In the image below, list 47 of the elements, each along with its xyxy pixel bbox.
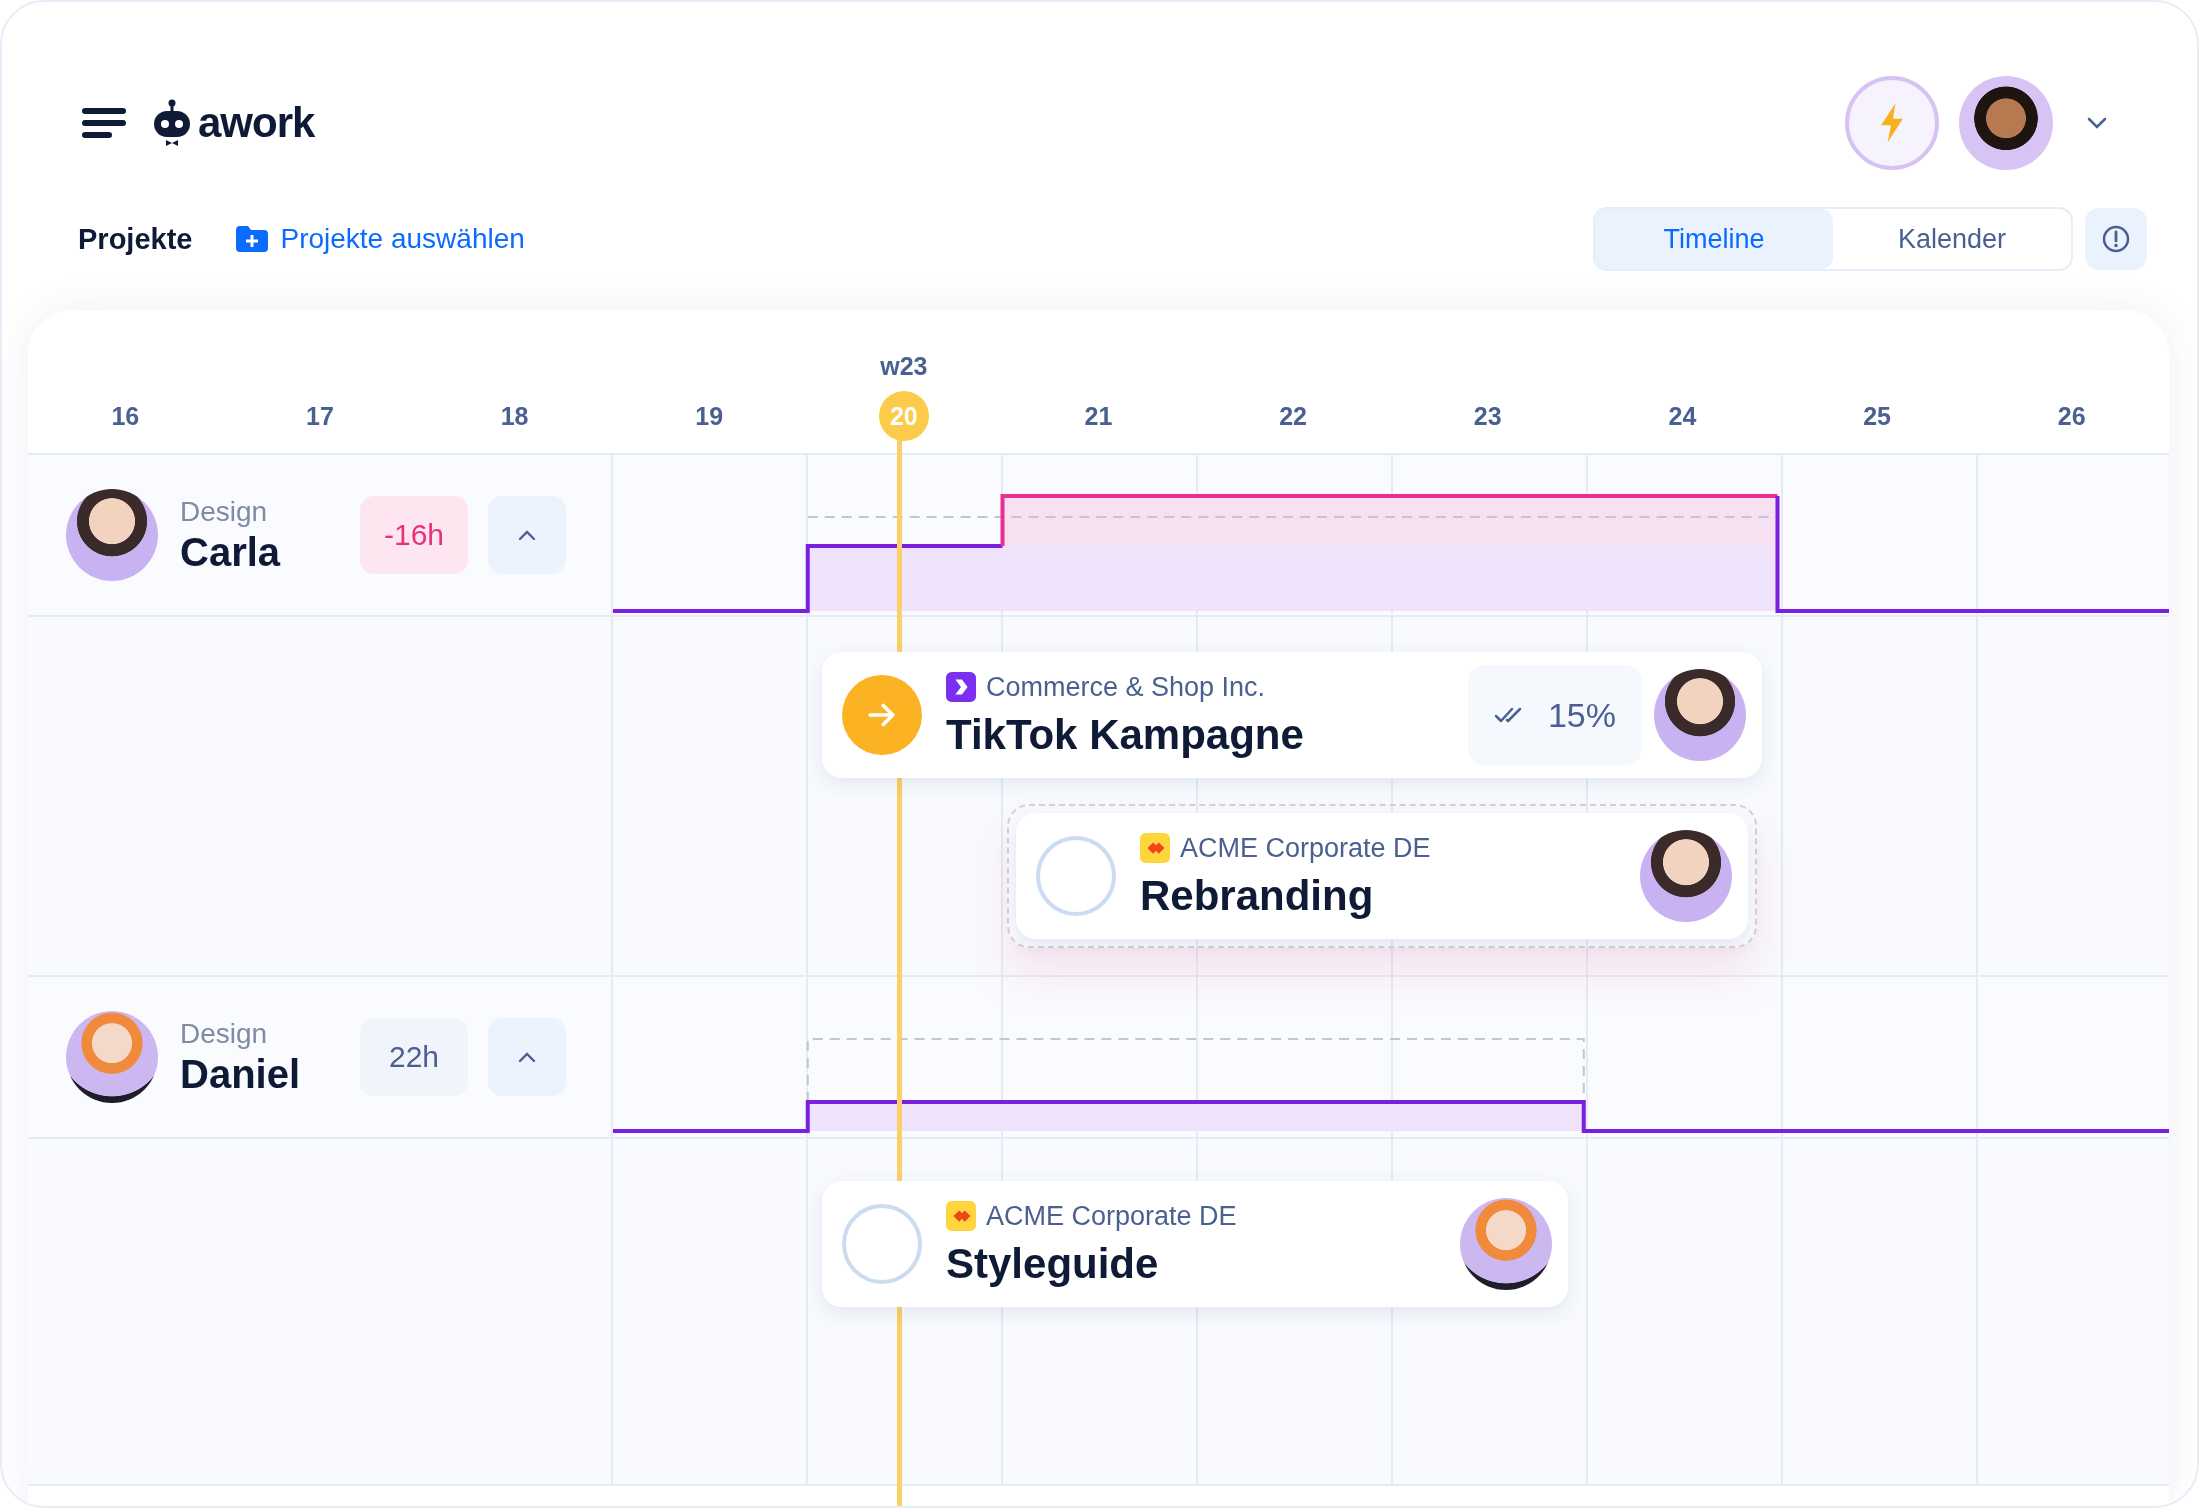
day-label: 16 — [110, 401, 141, 432]
task-title: Rebranding — [1140, 871, 1375, 920]
client-logo-icon — [946, 672, 976, 702]
open-status-circle[interactable] — [842, 1204, 922, 1284]
task-card[interactable]: ACME Corporate DE Styleguide — [822, 1181, 1568, 1307]
person-name: Carla — [180, 529, 282, 575]
lightning-icon — [1879, 102, 1905, 143]
day-label: 26 — [2056, 401, 2087, 432]
team-label: Design — [180, 1017, 269, 1050]
task-title: TikTok Kampagne — [946, 710, 1304, 759]
projects-label: Projekte — [78, 222, 193, 256]
day-label: 23 — [1472, 401, 1503, 432]
task-title: Styleguide — [946, 1239, 1160, 1288]
view-tab[interactable]: Kalender — [1833, 209, 2071, 269]
logo-text: awork — [198, 98, 315, 147]
person-name: Daniel — [180, 1051, 302, 1097]
client-name: ACME Corporate DE — [1180, 832, 1431, 864]
day-label: 17 — [305, 401, 335, 432]
open-status-circle[interactable] — [1036, 836, 1116, 916]
week-label: w23 — [880, 352, 928, 381]
info-icon — [2101, 224, 2131, 254]
day-label: 22 — [1278, 401, 1309, 432]
day-label: 20 — [878, 391, 929, 441]
hours-badge: -16h — [360, 496, 468, 574]
client-name: ACME Corporate DE — [986, 1200, 1237, 1232]
task-card[interactable]: ACME Corporate DE Rebranding — [1016, 813, 1748, 939]
day-label: 19 — [694, 401, 725, 432]
day-label: 21 — [1083, 401, 1114, 432]
chevron-down-icon[interactable] — [2087, 116, 2107, 129]
day-label: 25 — [1862, 401, 1892, 432]
collapse-button[interactable] — [488, 496, 566, 574]
client-logo-icon — [1140, 833, 1170, 863]
task-card[interactable]: Commerce & Shop Inc. TikTok Kampagne 15% — [822, 652, 1762, 778]
hours-badge: 22h — [360, 1018, 468, 1096]
select-projects-link[interactable]: Projekte auswählen — [236, 223, 525, 255]
team-label: Design — [180, 495, 269, 528]
menu-icon[interactable] — [82, 107, 126, 138]
collapse-button[interactable] — [488, 1018, 566, 1096]
client-logo-icon — [946, 1201, 976, 1231]
client-name: Commerce & Shop Inc. — [986, 671, 1266, 703]
progress-value: 15% — [1547, 695, 1616, 735]
day-label: 24 — [1667, 401, 1698, 432]
folder-plus-icon — [236, 226, 269, 252]
day-label: 18 — [499, 401, 530, 432]
view-tab[interactable]: Timeline — [1595, 209, 1833, 269]
info-button[interactable] — [2085, 208, 2147, 270]
robot-logo-icon — [152, 98, 192, 147]
